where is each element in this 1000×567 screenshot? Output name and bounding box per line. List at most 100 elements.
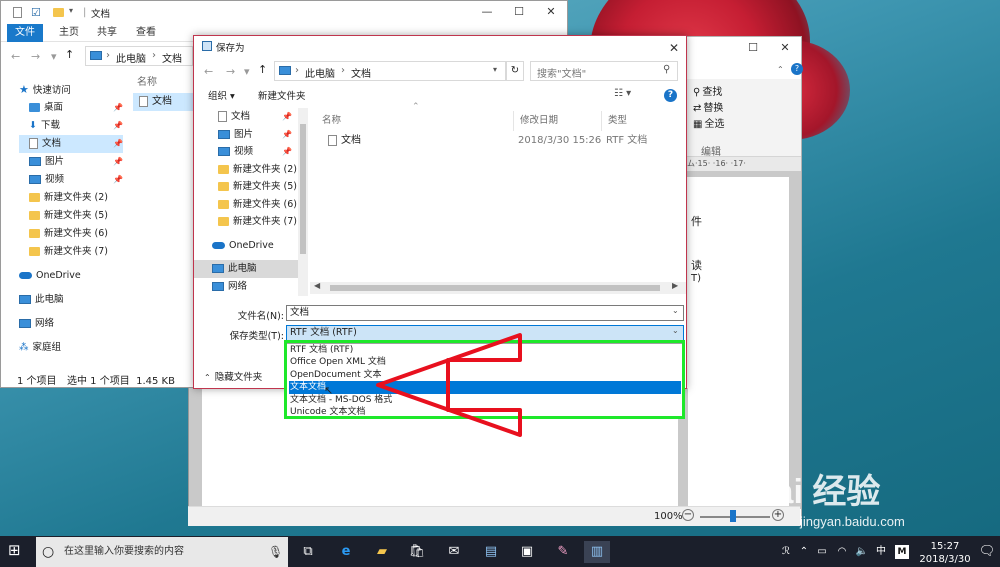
wifi-icon[interactable]: ◠ <box>834 536 850 567</box>
column-header-date[interactable]: 修改日期 <box>514 111 602 131</box>
action-center-icon[interactable]: 🗨 <box>978 536 996 567</box>
replace-button[interactable]: ⇄ 替换 <box>693 99 723 114</box>
filename-dropdown-icon[interactable]: ⌄ <box>672 306 679 315</box>
sidebar-item-pictures[interactable]: 图片 📌 <box>19 153 123 171</box>
zoom-slider-thumb[interactable] <box>730 510 736 522</box>
breadcrumb-documents[interactable]: 文档 <box>162 50 182 65</box>
up-arrow-icon[interactable]: ↑ <box>65 48 74 61</box>
sidebar-item-folder-5[interactable]: 新建文件夹 (5) <box>19 207 123 225</box>
sidebar-item-network[interactable]: 网络 <box>19 315 123 333</box>
network-tray-icon[interactable]: ⌃ <box>796 536 812 567</box>
sidebar-item-folder-7[interactable]: 新建文件夹 (7) <box>19 243 123 261</box>
column-header-type[interactable]: 类型 <box>602 111 678 131</box>
dialog-sidebar-this-pc[interactable]: 此电脑 <box>194 260 298 278</box>
dialog-sidebar-folder-5[interactable]: 新建文件夹 (5) <box>194 178 298 196</box>
help-icon[interactable]: ? <box>791 63 803 75</box>
dialog-sidebar-folder-2[interactable]: 新建文件夹 (2) <box>194 161 298 179</box>
app-icon[interactable]: ▤ <box>478 541 504 563</box>
recent-dropdown-icon[interactable]: ▾ <box>244 65 250 78</box>
zoom-out-button[interactable]: − <box>682 509 694 521</box>
hide-folders-toggle[interactable]: ⌃ 隐藏文件夹 <box>204 369 262 383</box>
up-arrow-icon[interactable]: ↑ <box>258 63 267 76</box>
back-arrow-icon[interactable]: ← <box>204 65 213 78</box>
minimize-button[interactable]: — <box>471 1 503 23</box>
help-button[interactable]: ? <box>664 89 677 102</box>
file-explorer-icon[interactable]: ▰ <box>369 541 395 563</box>
explorer-column-name[interactable]: 名称 <box>137 73 157 88</box>
edge-browser-icon[interactable]: e <box>333 541 359 563</box>
windows-start-icon[interactable]: ⊞ <box>8 541 21 559</box>
dialog-close-button[interactable]: ✕ <box>662 38 686 58</box>
filename-input[interactable]: 文档 <box>286 305 684 321</box>
ribbon-collapse-icon[interactable]: ⌃ <box>777 65 784 74</box>
mail-icon[interactable]: ✉ <box>441 541 467 563</box>
sidebar-scrollbar[interactable] <box>298 108 308 296</box>
filetype-dropdown-icon[interactable]: ⌄ <box>672 326 679 335</box>
organize-button[interactable]: 组织 ▾ <box>208 89 235 105</box>
close-button[interactable]: ✕ <box>769 37 801 59</box>
microphone-icon[interactable]: 🎙 <box>268 537 283 567</box>
column-header-name[interactable]: 名称 <box>316 111 514 131</box>
task-view-icon[interactable]: ⧉ <box>295 541 321 563</box>
dialog-search-box[interactable]: 搜索"文档" ⚲ <box>530 61 678 81</box>
checkbox-icon[interactable]: ☑ <box>31 6 41 19</box>
scroll-left-icon[interactable]: ◀ <box>314 281 320 290</box>
new-folder-button[interactable]: 新建文件夹 <box>258 89 306 105</box>
tab-home[interactable]: 主页 <box>59 24 79 42</box>
wordpad-taskbar-icon[interactable]: ▥ <box>584 541 610 563</box>
breadcrumb-documents[interactable]: 文档 <box>351 65 371 80</box>
sidebar-item-downloads[interactable]: ⬇ 下载 📌 <box>19 117 123 135</box>
app-icon[interactable]: ▣ <box>514 541 540 563</box>
dialog-sidebar-pictures[interactable]: 图片 📌 <box>194 126 298 144</box>
document-page[interactable]: 件 读 T) <box>687 177 789 507</box>
horizontal-scrollbar[interactable]: ◀ ▶ <box>310 281 686 294</box>
forward-arrow-icon[interactable]: → <box>31 50 40 63</box>
tab-file[interactable]: 文件 <box>7 24 43 42</box>
maximize-button[interactable]: ☐ <box>503 1 535 23</box>
dialog-address-bar[interactable]: › 此电脑 › 文档 ▾ <box>274 61 506 81</box>
explorer-file-row[interactable]: 文档 <box>133 93 193 111</box>
address-dropdown-icon[interactable]: ▾ <box>493 65 497 74</box>
dialog-sidebar-folder-7[interactable]: 新建文件夹 (7) <box>194 213 298 231</box>
people-icon[interactable]: ℛ <box>778 536 794 567</box>
close-button[interactable]: ✕ <box>535 1 567 23</box>
find-button[interactable]: ⚲ 查找 <box>693 83 722 98</box>
sidebar-item-folder-2[interactable]: 新建文件夹 (2) <box>19 189 123 207</box>
sidebar-item-quick-access[interactable]: ★ 快速访问 <box>19 81 123 99</box>
dialog-sidebar-videos[interactable]: 视频 📌 <box>194 143 298 161</box>
store-icon[interactable]: 🛍 <box>404 541 430 563</box>
tab-share[interactable]: 共享 <box>97 24 117 42</box>
forward-arrow-icon[interactable]: → <box>226 65 235 78</box>
view-options-icon[interactable]: ☷ ▾ <box>614 88 631 99</box>
dialog-sidebar-network[interactable]: 网络 <box>194 278 298 296</box>
maximize-button[interactable]: ☐ <box>737 37 769 59</box>
battery-icon[interactable]: ▭ <box>814 536 830 567</box>
explorer-address-bar[interactable]: › 此电脑 › 文档 <box>85 46 193 66</box>
sidebar-item-onedrive[interactable]: OneDrive <box>19 267 123 285</box>
sidebar-item-folder-6[interactable]: 新建文件夹 (6) <box>19 225 123 243</box>
refresh-button[interactable]: ↻ <box>506 61 524 81</box>
input-method-icon[interactable]: M <box>895 545 909 559</box>
breadcrumb-this-pc[interactable]: 此电脑 <box>305 65 335 80</box>
breadcrumb-this-pc[interactable]: 此电脑 <box>116 50 146 65</box>
back-arrow-icon[interactable]: ← <box>11 50 20 63</box>
dialog-sidebar-folder-6[interactable]: 新建文件夹 (6) <box>194 196 298 214</box>
sidebar-scroll-thumb[interactable] <box>300 124 306 254</box>
ime-indicator[interactable]: 中 <box>873 536 889 567</box>
sidebar-item-desktop[interactable]: 桌面 📌 <box>19 99 123 117</box>
sidebar-item-this-pc[interactable]: 此电脑 <box>19 291 123 309</box>
file-row[interactable]: 文档 2018/3/30 15:26 RTF 文档 <box>316 132 678 150</box>
dialog-sidebar-documents[interactable]: 文档 📌 <box>194 108 298 126</box>
scroll-right-icon[interactable]: ▶ <box>672 281 678 290</box>
sidebar-item-homegroup[interactable]: ⁂ 家庭组 <box>19 339 123 357</box>
tab-view[interactable]: 查看 <box>136 24 156 42</box>
horizontal-scroll-thumb[interactable] <box>330 285 660 291</box>
clock[interactable]: 15:27 2018/3/30 <box>918 540 972 567</box>
recent-dropdown-icon[interactable]: ▾ <box>51 50 57 63</box>
dialog-sidebar-onedrive[interactable]: OneDrive <box>194 237 298 255</box>
taskbar-search-box[interactable]: ○ 在这里输入你要搜索的内容 🎙 <box>36 537 288 567</box>
quick-access-dropdown-icon[interactable]: ▾ <box>69 6 73 15</box>
sidebar-item-videos[interactable]: 视频 📌 <box>19 171 123 189</box>
sidebar-item-documents[interactable]: 文档 📌 <box>19 135 123 153</box>
select-all-button[interactable]: ▦ 全选 <box>693 115 724 130</box>
